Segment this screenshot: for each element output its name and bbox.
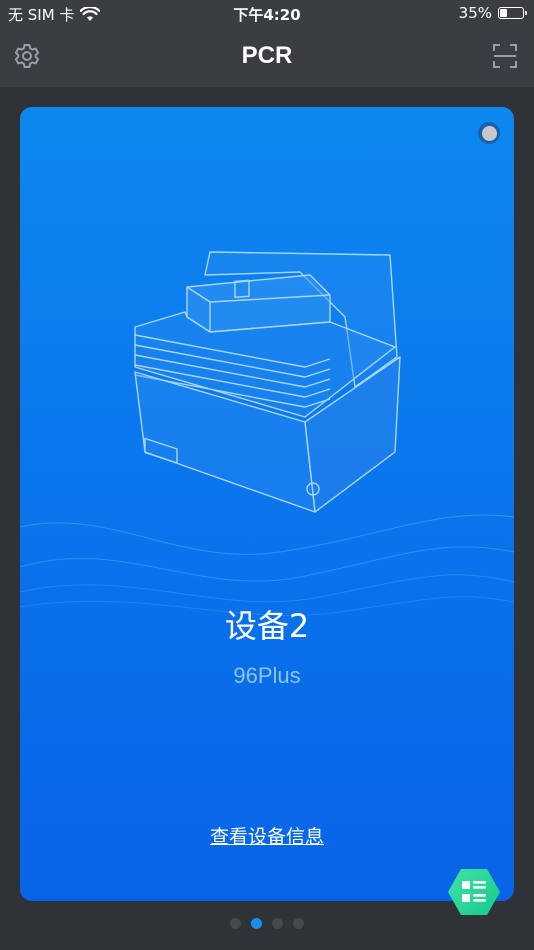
battery-icon [498, 7, 527, 19]
device-name: 设备2 [224, 607, 310, 645]
status-dot-icon [478, 122, 500, 144]
page-indicator [0, 918, 534, 929]
status-time: 下午4:20 [233, 6, 301, 24]
battery-fill [500, 9, 507, 17]
top-bar: 无 SIM 卡 下午4:20 35% PCR [0, 0, 534, 87]
status-right: 35% [458, 4, 527, 22]
list-fab-button[interactable] [446, 866, 502, 918]
scan-button[interactable] [490, 41, 520, 71]
list-icon [448, 869, 500, 915]
device-card[interactable]: 设备2 96Plus 查看设备信息 [20, 107, 514, 901]
pager-dot[interactable] [272, 918, 283, 929]
view-device-info-link[interactable]: 查看设备信息 [20, 822, 514, 849]
device-model: 96Plus [233, 663, 301, 688]
scan-icon [493, 44, 517, 68]
nav-bar: PCR [0, 28, 534, 86]
status-dot-inner [481, 125, 497, 141]
page-title: PCR [241, 42, 293, 69]
pager-dot[interactable] [293, 918, 304, 929]
pager-dot[interactable] [230, 918, 241, 929]
battery-percent: 35% [458, 4, 492, 22]
pager-dot[interactable] [251, 918, 262, 929]
app-screen: 无 SIM 卡 下午4:20 35% PCR 设备2 96Plus 查看设备信息 [0, 0, 534, 950]
status-bar: 无 SIM 卡 下午4:20 35% [0, 0, 534, 28]
pcr-device-illustration [134, 251, 401, 513]
